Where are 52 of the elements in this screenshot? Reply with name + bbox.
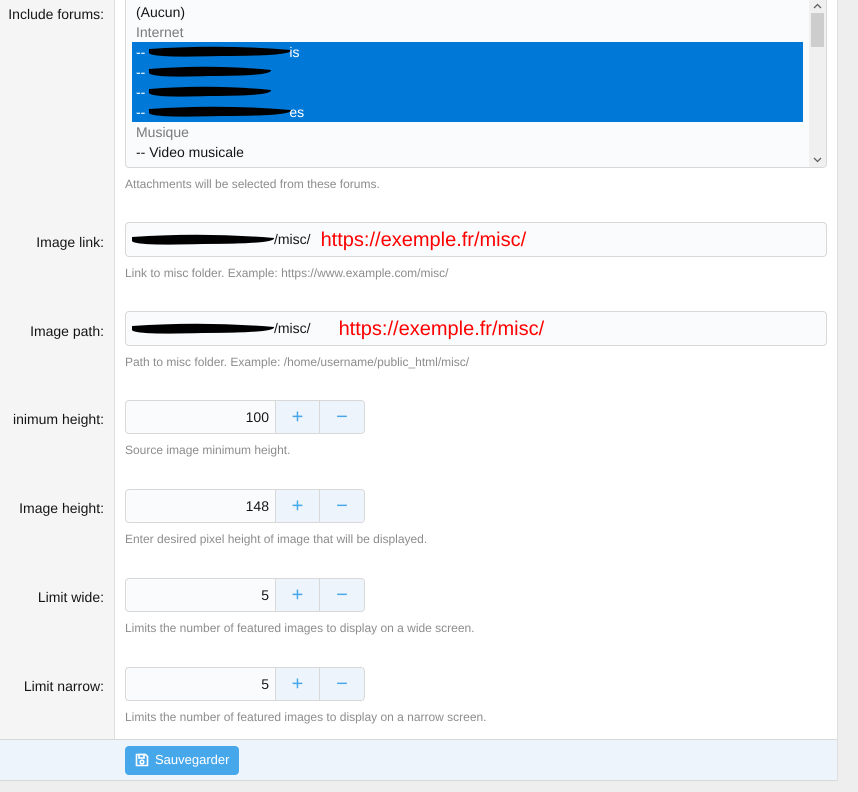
option-text: -- Video musicale <box>136 142 244 162</box>
list-option[interactable]: -- es <box>132 102 803 122</box>
option-text: -- <box>136 42 146 62</box>
field-label: Limit wide: <box>38 588 104 607</box>
list-option[interactable]: (Aucun) <box>132 2 803 22</box>
field-label: Limit narrow: <box>24 677 104 696</box>
increment-button[interactable]: + <box>276 401 320 433</box>
option-text: (Aucun) <box>136 2 186 22</box>
scroll-up-icon <box>813 3 822 9</box>
url-annotation: https://exemple.fr/misc/ <box>320 228 526 252</box>
increment-button[interactable]: + <box>276 490 320 522</box>
option-text: -- <box>136 62 146 82</box>
increment-button[interactable]: + <box>276 579 320 611</box>
group-label: Internet <box>136 22 184 42</box>
field-label: Image path: <box>30 322 104 341</box>
list-option[interactable]: -- Video musicale <box>132 142 803 162</box>
input-value: /misc/ <box>274 319 311 338</box>
field-label: Image link: <box>36 233 104 252</box>
option-text: es <box>289 102 304 122</box>
list-option[interactable]: -- <box>132 82 803 102</box>
scroll-thumb[interactable] <box>811 13 824 47</box>
text-input[interactable]: /misc/ https://exemple.fr/misc/ <box>125 222 827 257</box>
list-option[interactable]: Musique <box>132 122 803 142</box>
field-hint: Enter desired pixel height of image that will be displayed. <box>125 532 428 547</box>
forum-listbox[interactable]: (Aucun) Internet -- is -- -- -- es Musique -- Video musicale <box>125 0 827 168</box>
field-label: Image height: <box>19 499 104 518</box>
decrement-button[interactable]: − <box>320 579 364 611</box>
decrement-button[interactable]: − <box>320 401 364 433</box>
field-label: Include forums: <box>8 5 104 24</box>
field-hint: Limits the number of featured images to display on a narrow screen. <box>125 710 488 725</box>
field-label: inimum height: <box>12 410 104 429</box>
decrement-button[interactable]: − <box>320 490 364 522</box>
list-option[interactable]: Internet <box>132 22 803 42</box>
input-value: /misc/ <box>274 230 311 249</box>
field-hint: Source image minimum height. <box>125 443 292 458</box>
scroll-down-icon <box>813 157 822 163</box>
field-hint: Link to misc folder. Example: https://www.example.com/misc/ <box>125 266 450 281</box>
increment-button[interactable]: + <box>276 668 320 700</box>
option-text: -- <box>136 102 146 122</box>
url-annotation: https://exemple.fr/misc/ <box>338 316 544 342</box>
text-input[interactable]: /misc/ https://exemple.fr/misc/ <box>125 311 827 346</box>
option-text: is <box>289 42 300 62</box>
save-button[interactable]: Sauvegarder <box>125 746 240 774</box>
field-hint: Attachments will be selected from these forums. <box>125 177 381 192</box>
field-hint: Path to misc folder. Example: /home/username/public_html/misc/ <box>125 355 470 370</box>
list-option[interactable]: -- is <box>132 42 803 62</box>
decrement-button[interactable]: − <box>320 668 364 700</box>
scrollbar[interactable] <box>809 0 826 167</box>
field-hint: Limits the number of featured images to display on a wide screen. <box>125 621 476 636</box>
option-text: -- <box>136 82 146 102</box>
group-label: Musique <box>136 122 189 142</box>
list-option[interactable]: -- <box>132 62 803 82</box>
